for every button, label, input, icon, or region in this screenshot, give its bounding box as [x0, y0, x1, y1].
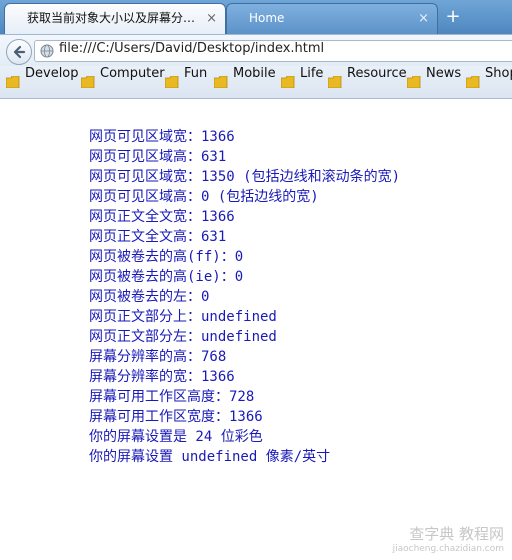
back-button[interactable]: [6, 39, 32, 65]
info-line: 网页可见区域高：631: [89, 149, 227, 165]
info-line: 你的屏幕设置 undefined 像素/英寸: [89, 449, 331, 465]
tab-home[interactable]: Home ×: [226, 3, 438, 34]
address-bar[interactable]: file:///C:/Users/David/Desktop/index.htm…: [34, 40, 512, 62]
close-tab-icon[interactable]: ×: [418, 4, 429, 33]
tab-title: 获取当前对象大小以及屏幕分…: [27, 11, 196, 25]
bookmark-label: Fun: [184, 66, 208, 81]
info-line: 屏幕分辨率的宽：1366: [89, 369, 235, 385]
folder-icon: [165, 76, 179, 88]
folder-icon: [6, 76, 20, 88]
new-tab-button[interactable]: +: [440, 6, 466, 28]
watermark-url: jiaocheng.chazidian.com: [392, 544, 504, 554]
info-line: 屏幕分辨率的高：768: [89, 349, 227, 365]
info-line: 网页被卷去的左：0: [89, 289, 210, 305]
info-line: 网页可见区域宽：1366: [89, 129, 235, 145]
folder-icon: [407, 76, 421, 88]
bookmark-label: Shop: [485, 66, 512, 81]
tab-title: Home: [249, 11, 285, 25]
info-lines: 网页可见区域宽：1366 网页可见区域高：631 网页可见区域宽：1350 (包…: [89, 127, 400, 467]
info-line: 屏幕可用工作区高度：728: [89, 389, 255, 405]
folder-icon: [214, 76, 228, 88]
close-tab-icon[interactable]: ×: [206, 4, 217, 33]
bookmark-label: Develop: [25, 66, 79, 81]
back-arrow-icon: [13, 45, 26, 59]
bookmark-label: Computer: [100, 66, 165, 81]
folder-icon: [81, 76, 95, 88]
info-line: 网页可见区域高：0 (包括边线的宽): [89, 189, 319, 205]
folder-icon: [281, 76, 295, 88]
bookmark-label: Mobile: [233, 66, 276, 81]
tab-strip: 获取当前对象大小以及屏幕分… × Home × +: [0, 0, 512, 34]
info-line: 网页可见区域宽：1350 (包括边线和滚动条的宽): [89, 169, 400, 185]
tab-current[interactable]: 获取当前对象大小以及屏幕分… ×: [4, 3, 226, 34]
info-line: 网页正文全文高：631: [89, 229, 227, 245]
bookmark-label: News: [426, 66, 462, 81]
info-line: 网页正文部分左：undefined: [89, 329, 277, 345]
watermark: 查字典 教程网 jiaocheng.chazidian.com: [393, 523, 504, 554]
info-line: 屏幕可用工作区宽度：1366: [89, 409, 263, 425]
watermark-text: 查字典 教程网: [409, 525, 504, 543]
folder-icon: [328, 76, 342, 88]
page-content: 网页可见区域宽：1366 网页可见区域高：631 网页可见区域宽：1350 (包…: [0, 99, 512, 560]
bookmark-label: Life: [300, 66, 324, 81]
bookmark-label: Resource: [347, 66, 407, 81]
globe-icon: [40, 44, 54, 58]
bookmarks-bar: Develop Computer Fun Mobile Life Resourc…: [0, 66, 512, 99]
info-line: 你的屏幕设置是 24 位彩色: [89, 429, 263, 445]
navigation-bar: file:///C:/Users/David/Desktop/index.htm…: [0, 34, 512, 67]
folder-icon: [466, 76, 480, 88]
info-line: 网页被卷去的高(ie)：0: [89, 269, 244, 285]
info-line: 网页被卷去的高(ff)：0: [89, 249, 244, 265]
info-line: 网页正文全文宽：1366: [89, 209, 235, 225]
url-text: file:///C:/Users/David/Desktop/index.htm…: [59, 41, 325, 56]
info-line: 网页正文部分上：undefined: [89, 309, 277, 325]
